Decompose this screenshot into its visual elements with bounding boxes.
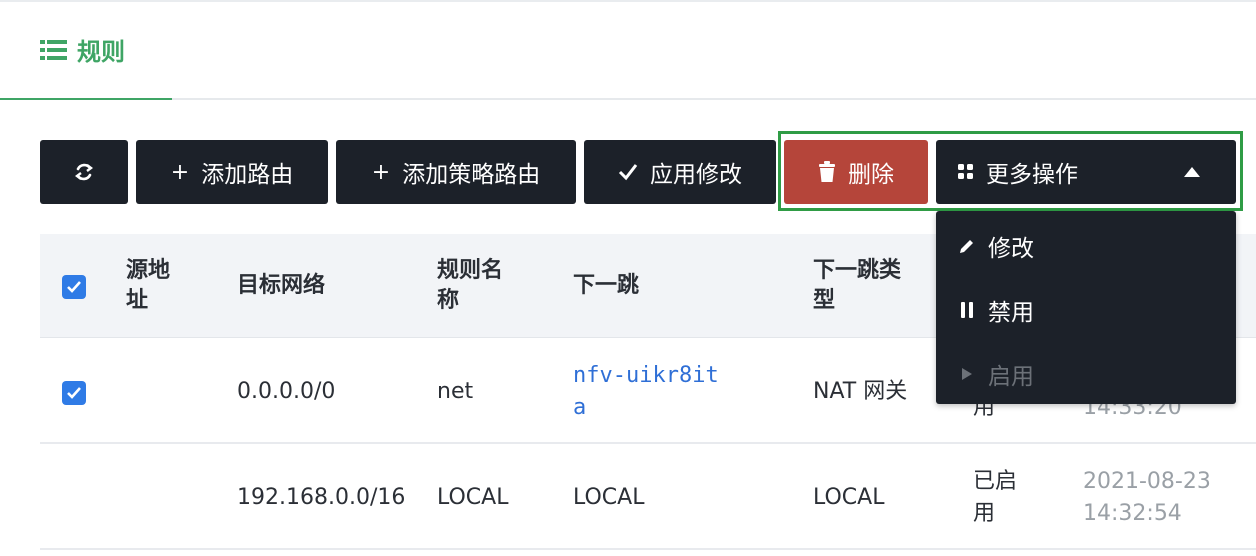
- cell-dest-network: 192.168.0.0/16: [237, 485, 406, 510]
- add-policy-route-label: 添加策略路由: [402, 162, 541, 188]
- checkmark-icon: [67, 281, 81, 293]
- grid-icon: [958, 164, 974, 180]
- menu-item-disable[interactable]: 禁用: [958, 293, 1034, 327]
- col-next-hop-type: 下一跳类 型: [813, 258, 902, 313]
- col-dest-network: 目标网络: [237, 273, 326, 298]
- col-next-hop: 下一跳: [573, 273, 640, 298]
- check-icon: [618, 163, 638, 181]
- cell-rule-name: LOCAL: [437, 485, 509, 510]
- pause-icon: [958, 301, 976, 319]
- menu-item-edit[interactable]: 修改: [958, 229, 1034, 263]
- col-rule-name: 规则名 称: [437, 258, 504, 313]
- cell-next-hop-type: LOCAL: [813, 485, 885, 510]
- add-route-button[interactable]: + 添加路由: [136, 140, 328, 204]
- delete-label: 删除: [848, 162, 894, 188]
- add-route-label: 添加路由: [201, 162, 294, 188]
- cell-rule-name: net: [437, 379, 474, 404]
- col-source: 源地 址: [126, 258, 171, 313]
- table-row[interactable]: 192.168.0.0/16 LOCAL LOCAL LOCAL 已启 用 20…: [40, 444, 1256, 550]
- list-icon: [40, 39, 67, 60]
- apply-changes-button[interactable]: 应用修改: [584, 140, 776, 204]
- play-icon: [958, 367, 976, 381]
- menu-item-label: 启用: [988, 364, 1034, 390]
- cell-next-hop: LOCAL: [573, 485, 645, 510]
- page-title-text: 规则: [77, 38, 125, 66]
- menu-item-label: 修改: [988, 236, 1034, 262]
- menu-item-label: 禁用: [988, 300, 1034, 326]
- panel-header: 规则: [0, 2, 1256, 100]
- next-hop-link[interactable]: nfv-uikr8it a: [573, 360, 719, 424]
- more-actions-dropdown: 修改 禁用 启用: [936, 211, 1236, 404]
- plus-icon: +: [170, 159, 190, 185]
- row-checkbox[interactable]: [62, 381, 86, 405]
- more-actions-button[interactable]: 更多操作: [936, 140, 1236, 204]
- cell-dest-network: 0.0.0.0/0: [237, 379, 336, 404]
- apply-changes-label: 应用修改: [650, 162, 742, 188]
- add-policy-route-button[interactable]: + 添加策略路由: [336, 140, 576, 204]
- cell-status: 已启 用: [973, 469, 1018, 526]
- cell-time: 2021-08-23 14:32:54: [1083, 469, 1211, 526]
- trash-icon: [818, 161, 836, 183]
- checkmark-icon: [67, 387, 81, 399]
- page-title: 规则: [40, 32, 125, 67]
- more-actions-label: 更多操作: [986, 162, 1078, 188]
- pencil-icon: [958, 237, 976, 255]
- delete-button[interactable]: 删除: [784, 140, 928, 204]
- caret-up-icon: [1184, 167, 1200, 177]
- select-all-checkbox[interactable]: [62, 275, 86, 299]
- cell-next-hop-type: NAT 网关: [813, 379, 908, 404]
- menu-item-enable[interactable]: 启用: [958, 357, 1034, 391]
- refresh-button[interactable]: [40, 140, 128, 204]
- refresh-icon: [75, 163, 93, 181]
- tab-rules[interactable]: 规则: [0, 2, 172, 100]
- plus-icon: +: [371, 159, 391, 185]
